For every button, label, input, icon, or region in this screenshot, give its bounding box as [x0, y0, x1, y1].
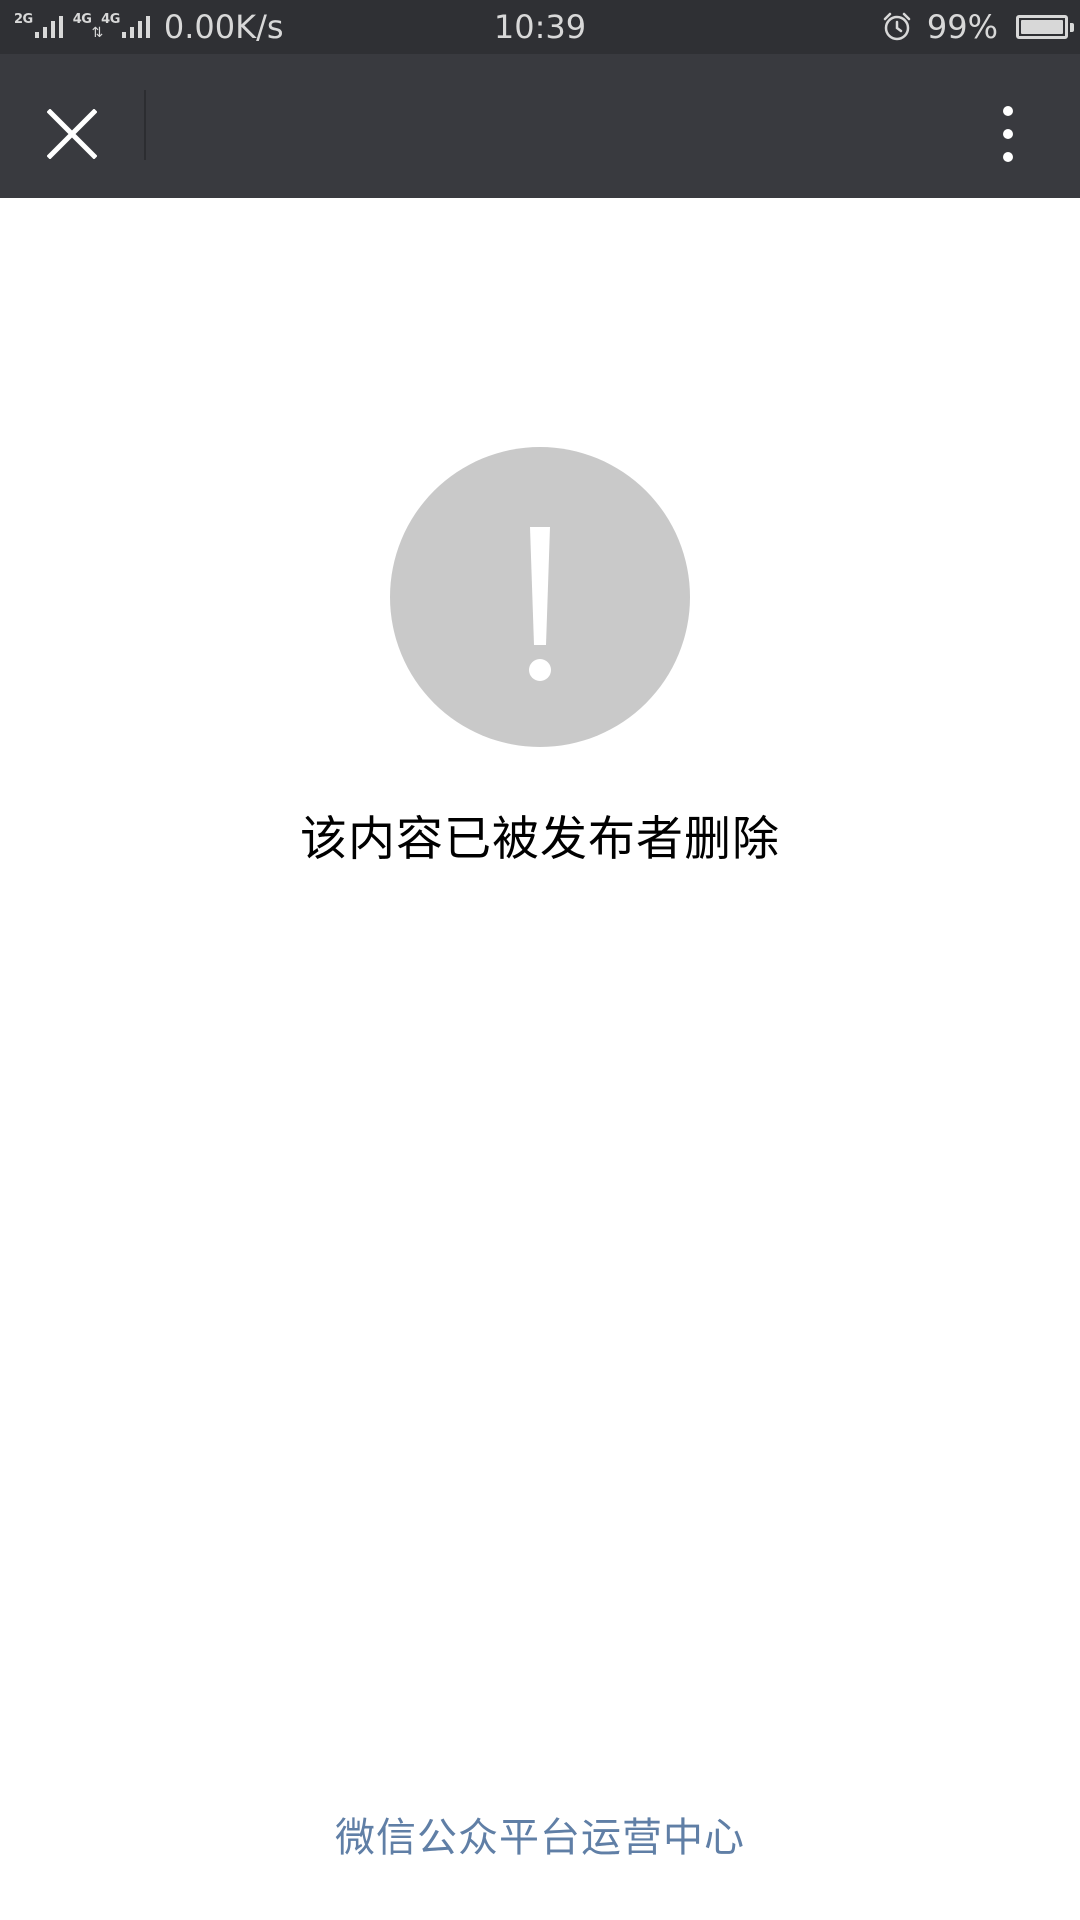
close-button[interactable]: [24, 86, 120, 182]
battery-percent: 99%: [926, 8, 998, 46]
status-bar: 2G 4G ⇅ 4G 0.00K/s 10:39 99%: [0, 0, 1080, 54]
webview-nav-bar: [0, 54, 1080, 198]
clock: 10:39: [493, 8, 587, 46]
more-vertical-icon: [1003, 106, 1013, 162]
battery-icon: [1016, 15, 1074, 39]
status-bar-right: 99%: [881, 0, 1074, 54]
exclamation-icon: [390, 447, 690, 747]
deleted-content-message: 该内容已被发布者删除: [300, 812, 780, 867]
more-options-button[interactable]: [960, 86, 1056, 182]
battery-tip: [1070, 23, 1074, 32]
alarm-icon: [883, 12, 911, 41]
close-icon: [47, 109, 97, 159]
wechat-platform-link[interactable]: 微信公众平台运营中心: [0, 1805, 1080, 1863]
nav-divider: [144, 90, 146, 160]
battery-level-fill: [1021, 20, 1063, 34]
